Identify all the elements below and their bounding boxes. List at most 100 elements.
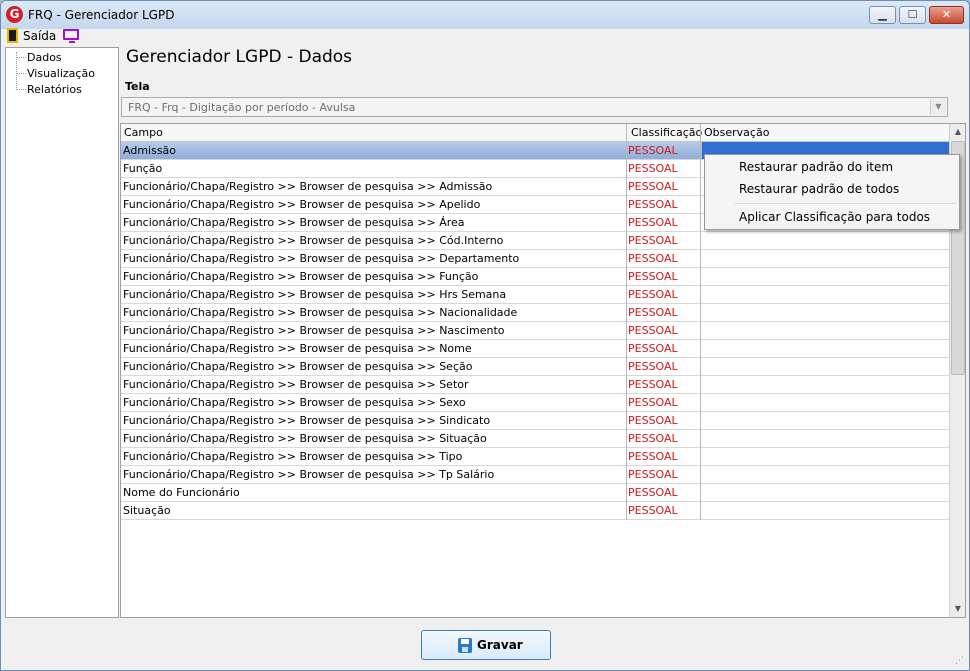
cell-campo[interactable]: Funcionário/Chapa/Registro >> Browser de… (123, 378, 469, 391)
scroll-down-icon[interactable]: ▼ (950, 601, 965, 617)
cell-campo[interactable]: Funcionário/Chapa/Registro >> Browser de… (123, 324, 505, 337)
table-row[interactable]: Nome do Funcionário PESSOAL (121, 484, 949, 502)
cell-observacao[interactable] (702, 394, 949, 411)
cell-observacao[interactable] (702, 466, 949, 483)
cell-observacao[interactable] (702, 340, 949, 357)
cell-observacao[interactable] (702, 322, 949, 339)
cell-campo[interactable]: Funcionário/Chapa/Registro >> Browser de… (123, 396, 466, 409)
cell-observacao[interactable] (702, 484, 949, 501)
cell-observacao[interactable] (702, 448, 949, 465)
cell-campo[interactable]: Funcionário/Chapa/Registro >> Browser de… (123, 468, 494, 481)
column-header-observacao[interactable]: Observação (704, 126, 769, 139)
tree-item-relatorios[interactable]: Relatórios (6, 82, 116, 97)
cell-campo[interactable]: Funcionário/Chapa/Registro >> Browser de… (123, 306, 517, 319)
table-row[interactable]: Funcionário/Chapa/Registro >> Browser de… (121, 412, 949, 430)
table-row[interactable]: Funcionário/Chapa/Registro >> Browser de… (121, 466, 949, 484)
table-row[interactable]: Situação PESSOAL (121, 502, 949, 520)
cell-observacao[interactable] (702, 430, 949, 447)
table-row[interactable]: Funcionário/Chapa/Registro >> Browser de… (121, 286, 949, 304)
cell-campo[interactable]: Funcionário/Chapa/Registro >> Browser de… (123, 288, 506, 301)
cell-campo[interactable]: Funcionário/Chapa/Registro >> Browser de… (123, 180, 492, 193)
cell-classificacao[interactable]: PESSOAL (628, 144, 678, 157)
cell-campo[interactable]: Funcionário/Chapa/Registro >> Browser de… (123, 432, 487, 445)
cell-campo[interactable]: Funcionário/Chapa/Registro >> Browser de… (123, 198, 480, 211)
exit-menu-item[interactable]: Saída (23, 29, 56, 43)
menu-item-apply-classification-all[interactable]: Aplicar Classificação para todos (739, 210, 930, 224)
tela-selected-value: FRQ - Frq - Digitação por período - Avul… (128, 101, 356, 114)
menu-item-restore-all[interactable]: Restaurar padrão de todos (739, 182, 899, 196)
cell-classificacao[interactable]: PESSOAL (628, 504, 678, 517)
cell-observacao[interactable] (702, 268, 949, 285)
tree-item-dados[interactable]: Dados (6, 50, 116, 65)
scroll-up-icon[interactable]: ▲ (950, 124, 965, 140)
cell-classificacao[interactable]: PESSOAL (628, 252, 678, 265)
cell-campo[interactable]: Função (123, 162, 162, 175)
cell-classificacao[interactable]: PESSOAL (628, 180, 678, 193)
column-divider[interactable] (626, 124, 627, 142)
resize-grip-icon[interactable]: ⋰ (955, 656, 967, 668)
cell-classificacao[interactable]: PESSOAL (628, 414, 678, 427)
cell-classificacao[interactable]: PESSOAL (628, 234, 678, 247)
cell-observacao[interactable] (702, 502, 949, 519)
chevron-down-icon[interactable]: ▼ (930, 99, 946, 115)
table-row[interactable]: Funcionário/Chapa/Registro >> Browser de… (121, 304, 949, 322)
cell-campo[interactable]: Funcionário/Chapa/Registro >> Browser de… (123, 252, 519, 265)
cell-campo[interactable]: Funcionário/Chapa/Registro >> Browser de… (123, 414, 490, 427)
cell-classificacao[interactable]: PESSOAL (628, 450, 678, 463)
cell-classificacao[interactable]: PESSOAL (628, 468, 678, 481)
maximize-button[interactable]: ☐ (899, 6, 926, 24)
cell-classificacao[interactable]: PESSOAL (628, 324, 678, 337)
cell-observacao[interactable] (702, 412, 949, 429)
cell-observacao[interactable] (702, 304, 949, 321)
table-row[interactable]: Funcionário/Chapa/Registro >> Browser de… (121, 394, 949, 412)
table-row[interactable]: Funcionário/Chapa/Registro >> Browser de… (121, 250, 949, 268)
cell-classificacao[interactable]: PESSOAL (628, 288, 678, 301)
cell-observacao[interactable] (702, 250, 949, 267)
cell-campo[interactable]: Funcionário/Chapa/Registro >> Browser de… (123, 234, 503, 247)
menu-item-restore-item[interactable]: Restaurar padrão do item (739, 160, 893, 174)
exit-door-icon[interactable] (7, 28, 18, 43)
table-row[interactable]: Funcionário/Chapa/Registro >> Browser de… (121, 322, 949, 340)
cell-classificacao[interactable]: PESSOAL (628, 162, 678, 175)
tree-item-visualizacao[interactable]: Visualização (6, 66, 116, 81)
table-row[interactable]: Funcionário/Chapa/Registro >> Browser de… (121, 268, 949, 286)
title-bar[interactable]: G FRQ - Gerenciador LGPD ▁ ☐ ✕ (1, 1, 969, 29)
cell-classificacao[interactable]: PESSOAL (628, 486, 678, 499)
cell-campo[interactable]: Funcionário/Chapa/Registro >> Browser de… (123, 270, 478, 283)
cell-classificacao[interactable]: PESSOAL (628, 360, 678, 373)
cell-observacao[interactable] (702, 376, 949, 393)
cell-campo[interactable]: Nome do Funcionário (123, 486, 240, 499)
tree-item-label: Dados (27, 51, 62, 64)
cell-classificacao[interactable]: PESSOAL (628, 378, 678, 391)
cell-observacao[interactable] (702, 358, 949, 375)
cell-classificacao[interactable]: PESSOAL (628, 270, 678, 283)
cell-classificacao[interactable]: PESSOAL (628, 198, 678, 211)
close-button[interactable]: ✕ (929, 6, 964, 24)
cell-campo[interactable]: Funcionário/Chapa/Registro >> Browser de… (123, 342, 472, 355)
table-row[interactable]: Funcionário/Chapa/Registro >> Browser de… (121, 358, 949, 376)
minimize-button[interactable]: ▁ (869, 6, 896, 24)
cell-campo[interactable]: Situação (123, 504, 171, 517)
cell-classificacao[interactable]: PESSOAL (628, 306, 678, 319)
table-row[interactable]: Funcionário/Chapa/Registro >> Browser de… (121, 430, 949, 448)
table-row[interactable]: Funcionário/Chapa/Registro >> Browser de… (121, 448, 949, 466)
cell-observacao[interactable] (702, 232, 949, 249)
save-button[interactable]: Gravar (421, 630, 551, 660)
cell-campo[interactable]: Funcionário/Chapa/Registro >> Browser de… (123, 450, 462, 463)
cell-classificacao[interactable]: PESSOAL (628, 342, 678, 355)
cell-observacao[interactable] (702, 286, 949, 303)
cell-classificacao[interactable]: PESSOAL (628, 396, 678, 409)
cell-classificacao[interactable]: PESSOAL (628, 432, 678, 445)
tela-select[interactable]: FRQ - Frq - Digitação por período - Avul… (121, 97, 948, 117)
column-divider[interactable] (700, 124, 701, 142)
cell-campo[interactable]: Funcionário/Chapa/Registro >> Browser de… (123, 360, 472, 373)
cell-campo[interactable]: Funcionário/Chapa/Registro >> Browser de… (123, 216, 465, 229)
column-header-classificacao[interactable]: Classificação (631, 126, 702, 139)
table-row[interactable]: Funcionário/Chapa/Registro >> Browser de… (121, 376, 949, 394)
table-row[interactable]: Funcionário/Chapa/Registro >> Browser de… (121, 340, 949, 358)
monitor-icon[interactable] (63, 29, 79, 43)
column-header-campo[interactable]: Campo (124, 126, 163, 139)
table-row[interactable]: Funcionário/Chapa/Registro >> Browser de… (121, 232, 949, 250)
cell-campo[interactable]: Admissão (123, 144, 176, 157)
cell-classificacao[interactable]: PESSOAL (628, 216, 678, 229)
